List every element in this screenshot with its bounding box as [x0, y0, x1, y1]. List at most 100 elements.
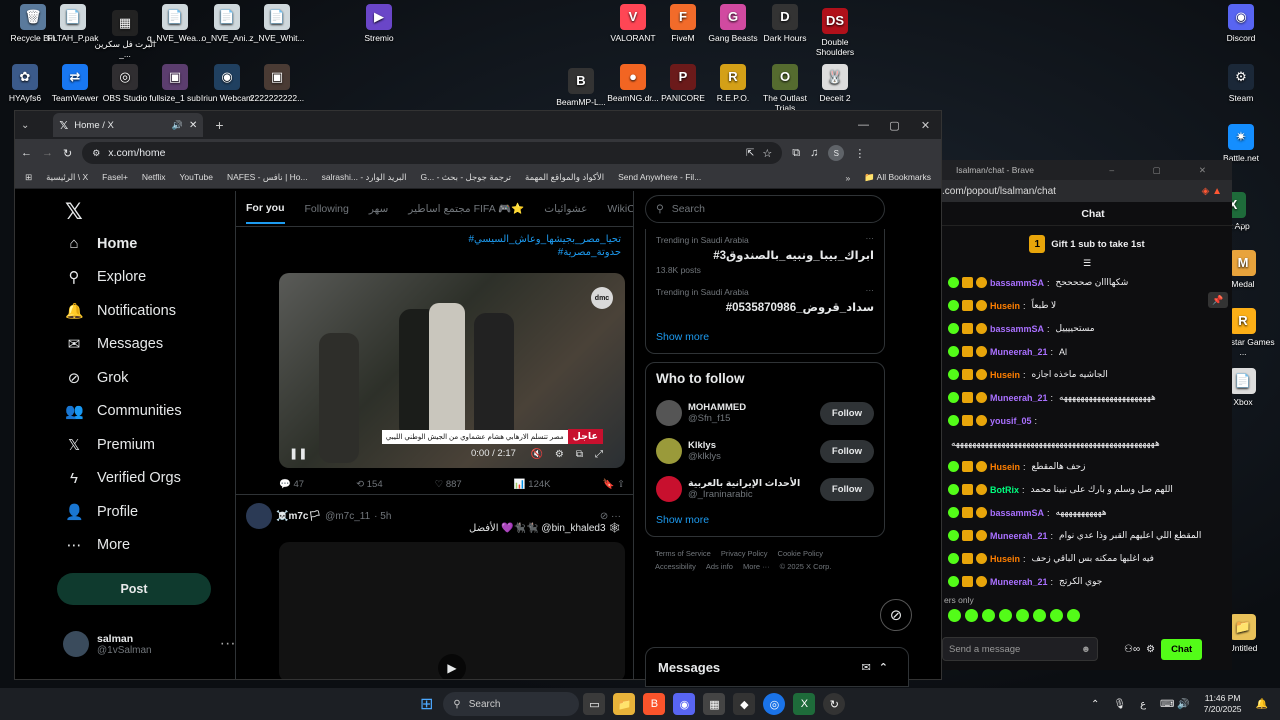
brave-shield-icon[interactable]: ◈ ▲ — [1202, 186, 1222, 197]
tab-audio-icon[interactable]: 🔊 — [172, 120, 183, 131]
desktop-icon[interactable]: 🐰 Deceit 2 — [802, 64, 868, 103]
emote-icon[interactable] — [1033, 609, 1046, 622]
emote-icon[interactable] — [982, 609, 995, 622]
discord-icon[interactable]: ◉ — [673, 693, 696, 715]
emote-icon[interactable] — [999, 609, 1012, 622]
popout-addressbar[interactable]: .com/popout/lsalman/chat ◈ ▲ — [942, 180, 1232, 202]
chat-username[interactable]: Husein — [990, 301, 1020, 311]
feed-tab[interactable]: For you — [246, 202, 285, 224]
post-button[interactable]: Post — [57, 573, 211, 605]
bookmark-item[interactable]: Fasel+ — [102, 172, 128, 183]
bookmark-item[interactable]: الرئيسية \ X — [46, 172, 88, 183]
footer-link[interactable]: Privacy Policy — [721, 549, 768, 558]
bookmark-item[interactable]: Send Anywhere - Fil... — [618, 172, 701, 183]
nav-item-more[interactable]: ⋯ More — [15, 529, 235, 563]
desktop-icon[interactable]: ⚙ Steam — [1208, 64, 1274, 103]
search-input[interactable]: ⚲ Search — [645, 195, 885, 223]
install-app-icon[interactable]: ⇱ — [746, 148, 754, 159]
pause-icon[interactable]: ❚❚ — [289, 447, 307, 460]
bookmark-star-icon[interactable]: ☆ — [762, 147, 772, 160]
post-more-icon[interactable]: ⊘ ··· — [600, 511, 621, 522]
new-tab-button[interactable]: + — [215, 117, 223, 133]
chat-username[interactable]: Husein — [990, 554, 1020, 564]
store-icon[interactable]: ▦ — [703, 693, 726, 715]
trend-item[interactable]: Trending in Saudi Arabia ··· #سداد_قروض_05… — [646, 281, 884, 323]
chat-username[interactable]: bassammSA — [990, 324, 1044, 334]
minimize-icon[interactable]: — — [848, 111, 879, 139]
desktop-icon[interactable]: DS Double Shoulders — [802, 8, 868, 57]
emote-icon[interactable] — [1016, 609, 1029, 622]
feed-tab[interactable]: عشوائيات — [544, 203, 587, 215]
bookmark-item[interactable]: Netflix — [142, 172, 166, 183]
video-player[interactable]: dmc مصر تتسلم الارهابي هشام عشماوي من ال… — [279, 273, 625, 468]
nav-item-notifications[interactable]: 🔔 Notifications — [15, 294, 235, 328]
extensions-icon[interactable]: ⧉ — [792, 147, 800, 160]
feed-tab[interactable]: WikiCo — [607, 203, 633, 215]
account-switcher[interactable]: salman @1vSalman ··· — [63, 631, 236, 657]
chat-send-button[interactable]: Chat — [1161, 638, 1203, 660]
bookmark-icon[interactable]: 🔖 ⇪ — [603, 479, 625, 490]
maximize-icon[interactable]: ▢ — [879, 111, 910, 139]
nav-item-communities[interactable]: 👥 Communities — [15, 395, 235, 429]
nav-item-grok[interactable]: ⊘ Grok — [15, 361, 235, 395]
tab-search-icon[interactable]: ⌄ — [21, 120, 29, 131]
feed-tab[interactable]: سهر — [369, 203, 388, 215]
footer-link[interactable]: Accessibility — [655, 562, 696, 571]
follow-button[interactable]: Follow — [819, 477, 874, 501]
chat-username[interactable]: bassammSA — [990, 508, 1044, 518]
follow-button[interactable]: Follow — [819, 401, 874, 425]
chat-username[interactable]: Muneerah_21 — [990, 577, 1048, 587]
feed-tab[interactable]: Following — [305, 203, 349, 215]
site-info-icon[interactable]: ⚙ — [92, 148, 100, 159]
reply-button[interactable]: 💬 47 — [279, 479, 304, 490]
omnibox[interactable]: ⚙ x.com/home ⇱ ☆ — [82, 142, 783, 164]
notifications-icon[interactable]: 🔔 — [1256, 699, 1268, 710]
emote-icon[interactable] — [1067, 609, 1080, 622]
follow-suggestion[interactable]: الأحداث الإيرانية بالعربية @_Iraninarabic… — [646, 470, 884, 508]
grok-float-icon[interactable]: ⊘ — [880, 599, 912, 631]
bookmarks-overflow-icon[interactable]: » — [845, 173, 850, 183]
bookmark-item[interactable]: الأكواد والمواقع المهمة — [525, 172, 604, 183]
footer-link[interactable]: More ··· — [743, 562, 770, 571]
close-icon[interactable]: ✕ — [910, 111, 941, 139]
back-icon[interactable]: ← — [21, 147, 32, 159]
reload-icon[interactable]: ↻ — [63, 147, 72, 160]
popout-window-controls[interactable]: – ▢ ✕ — [1109, 165, 1224, 176]
footer-link[interactable]: Terms of Service — [655, 549, 711, 558]
chat-input[interactable]: Send a message ☻ — [942, 637, 1098, 661]
emoji-icon[interactable]: ☻ — [1081, 644, 1091, 655]
messages-drawer[interactable]: Messages ✉︎⌃ — [645, 647, 909, 687]
mic-icon[interactable]: 🎙 — [1113, 699, 1126, 710]
emote-bar[interactable] — [942, 609, 1232, 622]
nav-item-verified-orgs[interactable]: ϟ Verified Orgs — [15, 462, 235, 496]
explorer-icon[interactable]: 📁 — [613, 693, 636, 715]
chat-username[interactable]: Muneerah_21 — [990, 347, 1048, 357]
tab-close-icon[interactable]: ✕ — [189, 120, 197, 131]
chrome-icon[interactable]: ◎ — [763, 693, 786, 715]
chat-username[interactable]: Muneerah_21 — [990, 393, 1048, 403]
follow-button[interactable]: Follow — [819, 439, 874, 463]
chat-username[interactable]: Muneerah_21 — [990, 531, 1048, 541]
app-icon[interactable]: ◆ — [733, 693, 756, 715]
video-controls[interactable]: 🔇⚙⧉⤢ — [530, 449, 615, 460]
chat-username[interactable]: BotRix — [990, 485, 1019, 495]
footer-link[interactable]: Ads info — [706, 562, 733, 571]
hashtag-link[interactable]: #تحيا_مصر_بجيشها_وعاش_السيسي — [236, 233, 621, 246]
post-m7c[interactable]: ☠️m7c🏳 @m7c_11 · 5h ⊘ ··· الأفضل 💜🐈‍⬛🐈‍⬛… — [236, 494, 633, 679]
play-icon[interactable]: ▶ — [438, 654, 466, 679]
network-volume-icons[interactable]: ⌨ 🔊 — [1160, 699, 1190, 710]
nav-item-premium[interactable]: 𝕏 Premium — [15, 428, 235, 462]
bookmark-item[interactable]: YouTube — [180, 172, 213, 183]
collapse-icon[interactable]: ☰ — [942, 258, 1232, 269]
nav-item-messages[interactable]: ✉ Messages — [15, 328, 235, 362]
messages-drawer-icons[interactable]: ✉︎⌃ — [862, 661, 896, 674]
pin-icon[interactable]: 📌 — [1208, 292, 1228, 308]
chat-username[interactable]: Husein — [990, 462, 1020, 472]
tray-chevron-icon[interactable]: ⌃ — [1091, 699, 1099, 710]
chat-username[interactable]: yousif_05 — [990, 416, 1032, 426]
emote-icon[interactable] — [1050, 609, 1063, 622]
start-icon[interactable]: ⊞ — [420, 694, 433, 714]
bookmark-item[interactable]: salrashi... - البريد الوارد — [322, 172, 407, 183]
tab-home-x[interactable]: 𝕏 Home / X 🔊 ✕ — [53, 113, 204, 137]
task-view-icon[interactable]: ▭ — [583, 693, 606, 715]
